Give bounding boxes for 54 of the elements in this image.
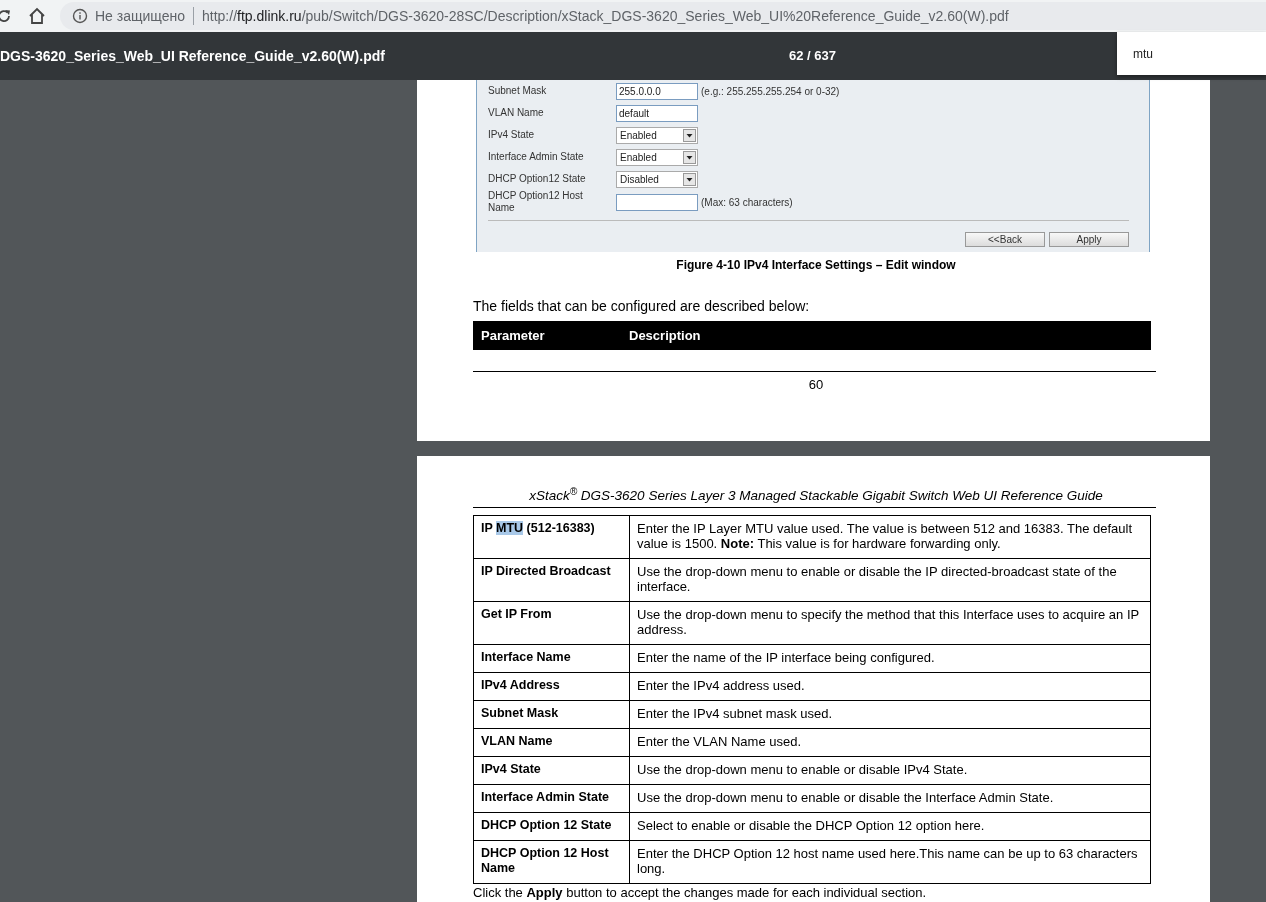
form-button[interactable]: Apply <box>1049 232 1129 247</box>
dropdown[interactable]: Disabled <box>616 170 698 188</box>
home-icon[interactable] <box>28 7 46 25</box>
parameter-cell: Get IP From <box>474 602 630 645</box>
description-cell-text: Use the drop-down menu to enable or disable the Interface Admin State. <box>636 789 1055 808</box>
info-icon[interactable] <box>72 8 88 24</box>
description-cell-text: Enter the name of the IP interface being configured. <box>636 649 936 668</box>
paragraph: The fields that can be configured are described below: <box>473 297 811 316</box>
running-header: xStack$^{®}$ DGS-3620 Series Layer 3 Managed Stackable Gigabit Switch Web UI Reference Guide <box>528 486 1104 505</box>
parameter-cell: Interface Admin State <box>474 785 630 813</box>
field-label: Subnet Mask <box>488 85 548 97</box>
security-label: Не защищено <box>95 6 185 26</box>
field-label: Interface Admin State <box>488 151 585 163</box>
field-hint: (Max: 63 characters) <box>701 195 793 210</box>
parameter-cell: DHCP Option 12 State <box>474 813 630 841</box>
reload-icon[interactable] <box>0 8 12 24</box>
description-cell-text: Use the drop-down menu to specify the method that this Interface uses to acquire an IP address. <box>636 606 1140 640</box>
text-field[interactable]: 255.0.0.0 <box>616 82 698 100</box>
omnibox[interactable]: Не защищено http://ftp.dlink.ru/pub/Switch/DGS-3620-28SC/Description/xStack_DGS-3620_Series_Web_UI%20Reference_Guide_v2.60(W).pdf <box>60 2 1266 30</box>
description-cell-text: Use the drop-down menu to enable or disable the IP directed-broadcast state of the interface. <box>636 563 1118 597</box>
dropdown[interactable]: Enabled <box>616 126 698 144</box>
field-label: IPv4 State <box>488 129 536 141</box>
parameter-cell: IP Directed Broadcast <box>474 559 630 602</box>
parameter-cell: IPv4 Address <box>474 673 630 701</box>
dropdown[interactable]: Enabled <box>616 148 698 166</box>
parameter-cell: Interface Name <box>474 645 630 673</box>
description-cell-text: Enter the IPv4 address used. <box>636 677 806 696</box>
column-header: Parameter <box>480 326 546 345</box>
page-indicator: 62 / 637 <box>789 47 836 66</box>
description-cell-text: Enter the VLAN Name used. <box>636 733 803 752</box>
description-cell-text: Select to enable or disable the DHCP Option 12 option here. <box>636 817 986 836</box>
text-field[interactable]: default <box>616 104 698 122</box>
find-field[interactable]: mtu <box>1117 32 1266 75</box>
paragraph: Click the Apply button to accept the changes made for each individual section. <box>473 885 928 901</box>
field-label: DHCP Option12 Host Name <box>488 190 584 214</box>
parameter-cell: VLAN Name <box>474 729 630 757</box>
text-field[interactable] <box>616 193 698 211</box>
page-number: 60 <box>807 376 825 394</box>
description-cell-text: Enter the DHCP Option 12 host name used here.This name can be up to 63 characters long. <box>636 845 1139 879</box>
column-header: Description <box>629 326 701 345</box>
parameter-cell: Subnet Mask <box>474 701 630 729</box>
description-cell-text: Enter the IP Layer MTU value used. The value is between 512 and 16383. The default value is 1500. Note: This value is for hardware forwarding only. <box>636 520 1134 554</box>
form-button[interactable]: <<Back <box>965 232 1045 247</box>
figure-caption: Figure 4-10 IPv4 Interface Settings – Edit window <box>675 257 957 274</box>
url-text: http://ftp.dlink.ru/pub/Switch/DGS-3620-28SC/Description/xStack_DGS-3620_Series_Web_UI%20Reference_Guide_v2.60(W).pdf <box>202 6 1009 26</box>
document-title: DGS-3620_Series_Web_UI Reference_Guide_v2.60(W).pdf <box>0 46 386 66</box>
field-hint: (e.g.: 255.255.255.254 or 0-32) <box>701 84 840 99</box>
description-cell-text: Enter the IPv4 subnet mask used. <box>636 705 834 724</box>
parameter-cell: IPv4 State <box>474 757 630 785</box>
field-label: DHCP Option12 State <box>488 173 587 185</box>
parameter-cell: DHCP Option 12 Host Name <box>474 841 630 884</box>
parameter-cell: IP MTU (512-16383) <box>474 516 630 559</box>
field-label: VLAN Name <box>488 107 545 119</box>
description-cell-text: Use the drop-down menu to enable or disable IPv4 State. <box>636 761 969 780</box>
